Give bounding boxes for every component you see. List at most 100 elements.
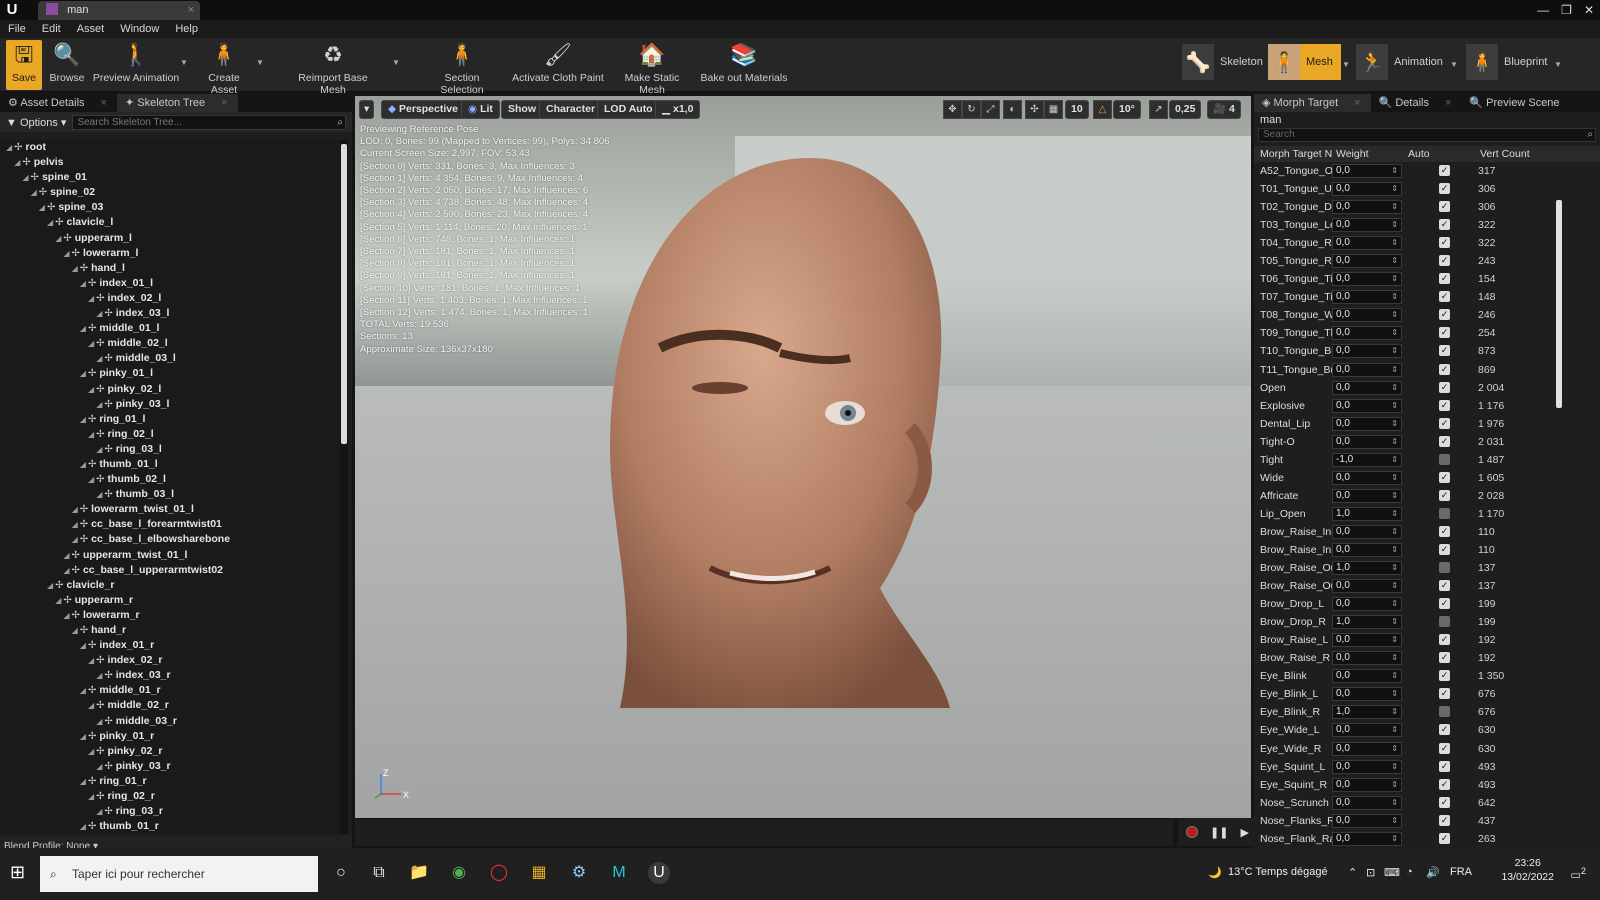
menu-edit[interactable]: Edit: [34, 20, 69, 38]
translate-icon[interactable]: ✥: [943, 100, 962, 119]
preview-animation-dropdown-icon[interactable]: ▼: [180, 58, 188, 67]
tree-row[interactable]: ◢ ✢ clavicle_r: [0, 578, 340, 593]
spin-arrows-icon[interactable]: ⇕: [1391, 508, 1398, 520]
expand-arrow-icon[interactable]: ◢: [96, 309, 102, 318]
tree-row[interactable]: ◢ ✢ middle_03_l: [0, 351, 340, 366]
expand-arrow-icon[interactable]: ◢: [88, 747, 94, 756]
morph-target-row[interactable]: Wide 0,0 ⇕ ✓ 1 605: [1254, 469, 1600, 487]
morph-weight-input[interactable]: 0,0 ⇕: [1332, 470, 1402, 485]
spin-arrows-icon[interactable]: ⇕: [1391, 833, 1398, 845]
expand-arrow-icon[interactable]: ◢: [96, 490, 102, 499]
spin-arrows-icon[interactable]: ⇕: [1391, 183, 1398, 195]
expand-arrow-icon[interactable]: ◢: [80, 686, 86, 695]
bake-out-materials-button[interactable]: 📚 Bake out Materials: [700, 40, 788, 90]
spin-arrows-icon[interactable]: ⇕: [1391, 165, 1398, 177]
preview-animation-button[interactable]: 🚶 Preview Animation: [92, 40, 180, 90]
auto-checkbox[interactable]: [1439, 562, 1450, 574]
morph-target-row[interactable]: T06_Tongue_Tip 0,0 ⇕ ✓ 154: [1254, 270, 1600, 288]
tab-morph-target[interactable]: ◈ Morph Target ×: [1254, 94, 1371, 112]
morph-target-row[interactable]: Brow_Raise_R 0,0 ⇕ ✓ 192: [1254, 649, 1600, 667]
taskbar-search-input[interactable]: ⌕ Taper ici pour rechercher: [40, 856, 318, 892]
auto-checkbox[interactable]: ✓: [1439, 345, 1450, 357]
expand-arrow-icon[interactable]: ◢: [39, 203, 45, 212]
tree-row[interactable]: ◢ ✢ index_02_r: [0, 653, 340, 668]
expand-arrow-icon[interactable]: ◢: [88, 339, 94, 348]
rotation-snap-icon[interactable]: △: [1093, 100, 1112, 119]
morph-target-row[interactable]: Brow_Raise_Out 0,0 ⇕ ✓ 137: [1254, 577, 1600, 595]
app-grid-icon[interactable]: ▦: [528, 862, 550, 884]
task-view-icon[interactable]: ⧉: [368, 862, 390, 884]
morph-target-row[interactable]: Brow_Raise_Out 1,0 ⇕ 137: [1254, 559, 1600, 577]
spin-arrows-icon[interactable]: ⇕: [1391, 526, 1398, 538]
viewport-options-button[interactable]: ▾: [359, 100, 375, 119]
tree-row[interactable]: ◢ ✢ pelvis: [0, 155, 340, 170]
expand-arrow-icon[interactable]: ◢: [80, 460, 86, 469]
expand-arrow-icon[interactable]: ◢: [72, 264, 78, 273]
spin-arrows-icon[interactable]: ⇕: [1391, 616, 1398, 628]
col-morph-target-name[interactable]: Morph Target N: [1260, 146, 1332, 162]
clock[interactable]: 23:26 13/02/2022: [1501, 856, 1554, 884]
morph-list-scrollbar[interactable]: [1556, 200, 1562, 408]
close-icon[interactable]: ×: [1354, 97, 1360, 109]
morph-weight-input[interactable]: 0,0 ⇕: [1332, 741, 1402, 756]
auto-checkbox[interactable]: ✓: [1439, 291, 1450, 303]
morph-target-row[interactable]: T02_Tongue_Do 0,0 ⇕ ✓ 306: [1254, 198, 1600, 216]
morph-target-row[interactable]: Eye_Wide_R 0,0 ⇕ ✓ 630: [1254, 740, 1600, 758]
expand-arrow-icon[interactable]: ◢: [88, 792, 94, 801]
auto-checkbox[interactable]: ✓: [1439, 742, 1450, 754]
pause-icon[interactable]: ❚❚: [1210, 826, 1228, 839]
morph-weight-input[interactable]: 0,0 ⇕: [1332, 272, 1402, 287]
tree-row[interactable]: ◢ ✢ hand_r: [0, 623, 340, 638]
expand-arrow-icon[interactable]: ◢: [72, 535, 78, 544]
tab-details[interactable]: 🔍 Details ×: [1371, 94, 1462, 112]
morph-weight-input[interactable]: 0,0 ⇕: [1332, 344, 1402, 359]
tree-row[interactable]: ◢ ✢ lowerarm_twist_01_l: [0, 502, 340, 517]
morph-weight-input[interactable]: 0,0 ⇕: [1332, 254, 1402, 269]
morph-target-row[interactable]: A52_Tongue_Ou 0,0 ⇕ ✓ 317: [1254, 162, 1600, 180]
expand-arrow-icon[interactable]: ◢: [80, 641, 86, 650]
morph-target-row[interactable]: Eye_Squint_L 0,0 ⇕ ✓ 493: [1254, 758, 1600, 776]
auto-checkbox[interactable]: ✓: [1439, 543, 1450, 555]
auto-checkbox[interactable]: ✓: [1439, 832, 1450, 844]
auto-checkbox[interactable]: ✓: [1439, 525, 1450, 537]
spin-arrows-icon[interactable]: ⇕: [1391, 345, 1398, 357]
morph-weight-input[interactable]: 0,0 ⇕: [1332, 669, 1402, 684]
morph-weight-input[interactable]: 0,0 ⇕: [1332, 398, 1402, 413]
expand-arrow-icon[interactable]: ◢: [88, 385, 94, 394]
morph-weight-input[interactable]: 0,0 ⇕: [1332, 488, 1402, 503]
morph-weight-input[interactable]: 0,0 ⇕: [1332, 218, 1402, 233]
spin-arrows-icon[interactable]: ⇕: [1391, 237, 1398, 249]
menu-asset[interactable]: Asset: [69, 20, 113, 38]
perspective-button[interactable]: ◆ Perspective: [381, 100, 465, 119]
morph-target-row[interactable]: Eye_Blink 0,0 ⇕ ✓ 1 350: [1254, 667, 1600, 685]
auto-checkbox[interactable]: ✓: [1439, 399, 1450, 411]
auto-checkbox[interactable]: ✓: [1439, 417, 1450, 429]
expand-arrow-icon[interactable]: ◢: [80, 324, 86, 333]
spin-arrows-icon[interactable]: ⇕: [1391, 544, 1398, 556]
tree-row[interactable]: ◢ ✢ pinky_01_l: [0, 366, 340, 381]
morph-target-row[interactable]: Tight -1,0 ⇕ 1 487: [1254, 451, 1600, 469]
morph-weight-input[interactable]: 0,0 ⇕: [1332, 236, 1402, 251]
auto-checkbox[interactable]: ✓: [1439, 183, 1450, 195]
tree-row[interactable]: ◢ ✢ pinky_03_r: [0, 759, 340, 774]
tree-row[interactable]: ◢ ✢ middle_01_l: [0, 321, 340, 336]
auto-checkbox[interactable]: ✓: [1439, 165, 1450, 176]
col-weight[interactable]: Weight: [1336, 146, 1369, 162]
morph-target-row[interactable]: T07_Tongue_Tip 0,0 ⇕ ✓ 148: [1254, 288, 1600, 306]
tree-row[interactable]: ◢ ✢ upperarm_twist_01_l: [0, 548, 340, 563]
cortana-icon[interactable]: ○: [330, 862, 352, 884]
spin-arrows-icon[interactable]: ⇕: [1391, 418, 1398, 430]
morph-target-row[interactable]: T03_Tongue_Le 0,0 ⇕ ✓ 322: [1254, 216, 1600, 234]
tree-row[interactable]: ◢ ✢ ring_03_l: [0, 442, 340, 457]
morph-weight-input[interactable]: 0,0 ⇕: [1332, 524, 1402, 539]
spin-arrows-icon[interactable]: ⇕: [1391, 400, 1398, 412]
activate-cloth-paint-button[interactable]: 🖌 Activate Cloth Paint: [512, 40, 604, 90]
scale-snap-value[interactable]: 0,25: [1169, 100, 1202, 119]
minimize-button[interactable]: —: [1537, 0, 1549, 20]
expand-arrow-icon[interactable]: ◢: [47, 581, 53, 590]
morph-weight-input[interactable]: -1,0 ⇕: [1332, 452, 1402, 467]
reimport-base-mesh-button[interactable]: ♻ Reimport Base Mesh: [286, 40, 380, 96]
morph-weight-input[interactable]: 0,0 ⇕: [1332, 723, 1402, 738]
expand-arrow-icon[interactable]: ◢: [22, 173, 28, 182]
menu-help[interactable]: Help: [167, 20, 206, 38]
